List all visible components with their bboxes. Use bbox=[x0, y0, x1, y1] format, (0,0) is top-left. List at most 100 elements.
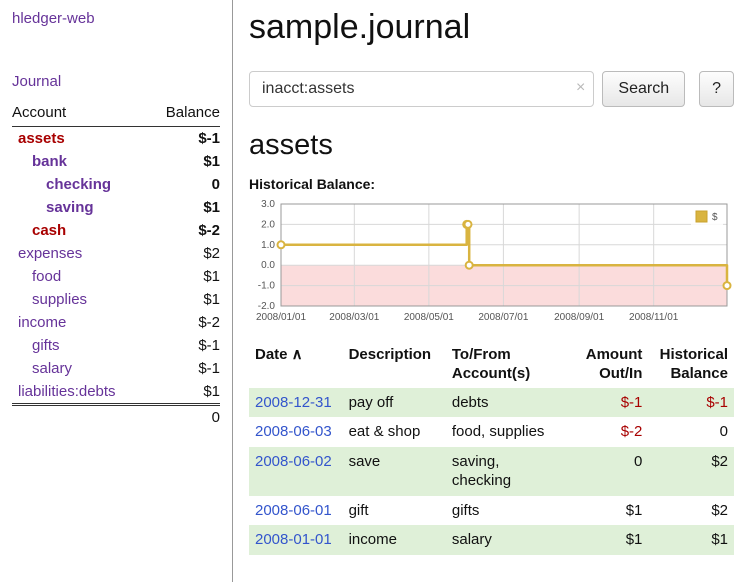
account-link[interactable]: checking bbox=[46, 176, 111, 193]
svg-text:2008/09/01: 2008/09/01 bbox=[554, 312, 604, 323]
account-link[interactable]: income bbox=[18, 314, 66, 331]
account-row: income $-2 bbox=[12, 311, 220, 334]
register-date-link[interactable]: 2008-06-03 bbox=[255, 423, 332, 440]
account-balance: $1 bbox=[149, 288, 220, 311]
journal-link[interactable]: Journal bbox=[12, 73, 220, 90]
register-accounts: gifts bbox=[446, 496, 564, 526]
account-link[interactable]: expenses bbox=[18, 245, 82, 262]
account-link[interactable]: cash bbox=[32, 222, 66, 239]
account-balance: $-1 bbox=[149, 127, 220, 151]
svg-text:-2.0: -2.0 bbox=[258, 301, 276, 312]
register-description: gift bbox=[343, 496, 446, 526]
register-amount: $1 bbox=[564, 525, 649, 555]
page-title: sample.journal bbox=[249, 8, 734, 47]
register-date-link[interactable]: 2008-12-31 bbox=[255, 394, 332, 411]
accounts-total-row: 0 bbox=[12, 405, 220, 430]
register-balance: $2 bbox=[648, 447, 734, 496]
search-input[interactable] bbox=[249, 71, 594, 107]
account-link[interactable]: gifts bbox=[32, 337, 60, 354]
account-row: salary $-1 bbox=[12, 357, 220, 380]
account-link[interactable]: bank bbox=[32, 153, 67, 170]
account-row: cash $-2 bbox=[12, 219, 220, 242]
register-row: 2008-06-02 savesaving, checking0$2 bbox=[249, 447, 734, 496]
svg-text:1.0: 1.0 bbox=[261, 240, 275, 251]
sort-asc-icon: ∧ bbox=[288, 346, 303, 363]
account-balance: $-1 bbox=[149, 334, 220, 357]
account-link[interactable]: supplies bbox=[32, 291, 87, 308]
column-header-date[interactable]: Date ∧ bbox=[249, 342, 343, 388]
register-accounts: debts bbox=[446, 388, 564, 418]
column-header-balance: Historical Balance bbox=[648, 342, 734, 388]
register-accounts: saving, checking bbox=[446, 447, 564, 496]
column-header-description: Description bbox=[343, 342, 446, 388]
register-accounts: food, supplies bbox=[446, 417, 564, 447]
register-amount: $1 bbox=[564, 496, 649, 526]
account-balance: $1 bbox=[149, 265, 220, 288]
account-row: assets $-1 bbox=[12, 127, 220, 151]
account-link[interactable]: assets bbox=[18, 130, 65, 147]
register-accounts: salary bbox=[446, 525, 564, 555]
account-link[interactable]: salary bbox=[32, 360, 72, 377]
svg-text:$: $ bbox=[712, 212, 718, 223]
register-description: pay off bbox=[343, 388, 446, 418]
account-balance: $1 bbox=[149, 150, 220, 173]
register-balance: $1 bbox=[648, 525, 734, 555]
register-description: income bbox=[343, 525, 446, 555]
search-bar: × Search ? bbox=[249, 71, 734, 107]
svg-text:2008/01/01: 2008/01/01 bbox=[256, 312, 306, 323]
account-row: expenses$2 bbox=[12, 242, 220, 265]
search-button[interactable]: Search bbox=[602, 71, 685, 107]
accounts-column-account: Account bbox=[12, 100, 149, 127]
account-row: gifts $-1 bbox=[12, 334, 220, 357]
historical-balance-chart: 3.02.01.00.0-1.0-2.02008/01/012008/03/01… bbox=[249, 196, 734, 328]
svg-text:2008/05/01: 2008/05/01 bbox=[404, 312, 454, 323]
svg-text:2008/11/01: 2008/11/01 bbox=[629, 312, 679, 323]
register-amount: $-1 bbox=[564, 388, 649, 418]
account-row: liabilities:debts $1 bbox=[12, 380, 220, 405]
app-title-link[interactable]: hledger-web bbox=[12, 10, 220, 27]
chart-label: Historical Balance: bbox=[249, 176, 734, 192]
register-table: Date ∧DescriptionTo/From Account(s)Amoun… bbox=[249, 342, 734, 555]
accounts-table: Account Balance assets $-1 bank $1 checking 0… bbox=[12, 100, 220, 429]
account-row: bank $1 bbox=[12, 150, 220, 173]
register-date-link[interactable]: 2008-06-01 bbox=[255, 502, 332, 519]
column-header-accounts: To/From Account(s) bbox=[446, 342, 564, 388]
svg-text:2008/03/01: 2008/03/01 bbox=[329, 312, 379, 323]
account-link[interactable]: food bbox=[32, 268, 61, 285]
register-date-link[interactable]: 2008-01-01 bbox=[255, 531, 332, 548]
main-content: sample.journal × Search ? assets Histori… bbox=[249, 0, 742, 555]
chart-canvas: 3.02.01.00.0-1.0-2.02008/01/012008/03/01… bbox=[249, 196, 733, 328]
clear-search-icon[interactable]: × bbox=[576, 79, 585, 97]
accounts-total-value: 0 bbox=[149, 405, 220, 430]
account-row: checking 0 bbox=[12, 173, 220, 196]
svg-text:0.0: 0.0 bbox=[261, 260, 275, 271]
register-row: 2008-06-03eat & shopfood, supplies$-20 bbox=[249, 417, 734, 447]
search-help-button[interactable]: ? bbox=[699, 71, 734, 107]
account-link[interactable]: saving bbox=[46, 199, 94, 216]
account-balance: 0 bbox=[149, 173, 220, 196]
register-date-link[interactable]: 2008-06-02 bbox=[255, 453, 332, 470]
register-amount: 0 bbox=[564, 447, 649, 496]
account-link[interactable]: liabilities:debts bbox=[18, 383, 116, 400]
register-row: 2008-12-31pay offdebts$-1$-1 bbox=[249, 388, 734, 418]
account-heading: assets bbox=[249, 129, 734, 162]
register-row: 2008-01-01incomesalary$1$1 bbox=[249, 525, 734, 555]
account-balance: $-2 bbox=[149, 311, 220, 334]
account-row: saving $1 bbox=[12, 196, 220, 219]
register-balance: $-1 bbox=[648, 388, 734, 418]
account-balance: $-2 bbox=[149, 219, 220, 242]
account-balance: $-1 bbox=[149, 357, 220, 380]
register-description: save bbox=[343, 447, 446, 496]
account-balance: $1 bbox=[149, 380, 220, 405]
svg-text:2008/07/01: 2008/07/01 bbox=[478, 312, 528, 323]
account-row: food $1 bbox=[12, 265, 220, 288]
column-header-amount: Amount Out/In bbox=[564, 342, 649, 388]
accounts-column-balance: Balance bbox=[149, 100, 220, 127]
account-balance: $1 bbox=[149, 196, 220, 219]
register-row: 2008-06-01 giftgifts$1$2 bbox=[249, 496, 734, 526]
svg-text:3.0: 3.0 bbox=[261, 199, 275, 210]
sidebar: hledger-web Journal Account Balance asse… bbox=[0, 0, 233, 582]
account-row: supplies $1 bbox=[12, 288, 220, 311]
svg-text:2.0: 2.0 bbox=[261, 219, 275, 230]
register-balance: $2 bbox=[648, 496, 734, 526]
